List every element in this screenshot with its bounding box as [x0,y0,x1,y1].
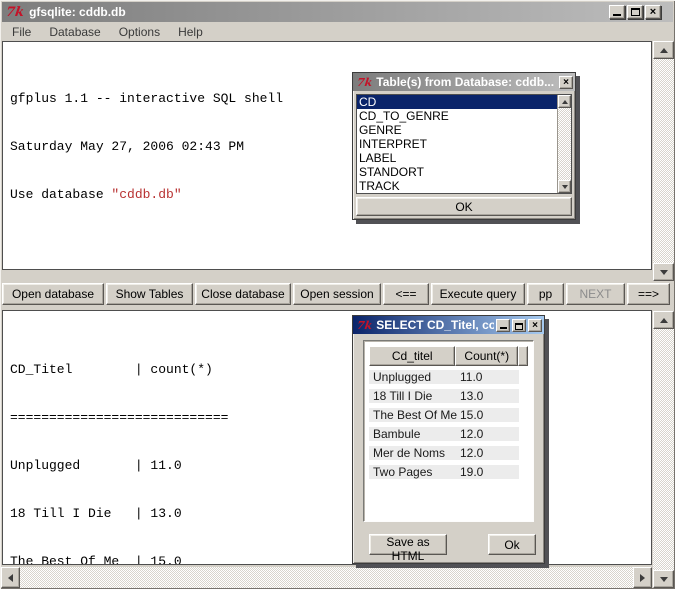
minimize-button[interactable] [496,319,510,332]
list-item-cd[interactable]: CD [357,95,557,109]
close-icon: × [650,6,656,18]
horizontal-scrollbar[interactable] [1,567,652,588]
forward-button[interactable]: ==> [627,283,670,305]
scrollbar-down-button[interactable] [653,570,674,588]
table-row: Mer de Noms12.0 [369,446,519,460]
table-row: 18 Till I Die13.0 [369,389,519,403]
result-ok-button[interactable]: Ok [488,534,536,555]
menu-item-file[interactable]: File [10,24,33,40]
tables-list-scrollbar[interactable] [557,95,571,193]
menu-bar: File Database Options Help [2,22,673,41]
scrollbar-track[interactable] [20,567,633,588]
triangle-down-icon [660,270,668,275]
menu-item-options[interactable]: Options [117,24,162,40]
result-table-body: Unplugged11.0 18 Till I Die13.0 The Best… [369,370,528,479]
save-as-html-button[interactable]: Save as HTML [369,534,447,555]
maximize-button[interactable] [512,319,526,332]
list-item-label[interactable]: LABEL [357,151,557,165]
result-row-line: 18 Till I Die | 13.0 [10,506,651,522]
tk-app-icon: 7k [356,76,373,89]
minimize-icon [500,327,507,329]
triangle-left-icon [8,574,13,582]
tk-app-icon: 7k [5,6,25,19]
table-row: Bambule12.0 [369,427,519,441]
shell-output-bottom[interactable]: CD_Titel | count(*) ====================… [2,310,652,565]
close-button[interactable]: × [559,76,573,89]
scrollbar-track[interactable] [653,329,674,570]
shell-bottom-scrollbar[interactable] [653,311,674,588]
window-controls: × [609,5,661,19]
tk-app-icon: 7k [356,319,373,332]
maximize-icon [631,8,640,16]
table-row: The Best Of Me15.0 [369,408,519,422]
scrollbar-track[interactable] [558,108,571,180]
execute-query-button[interactable]: Execute query [431,283,525,305]
scrollbar-track[interactable] [653,59,674,263]
scrollbar-up-button[interactable] [653,311,674,329]
close-database-button[interactable]: Close database [195,283,291,305]
triangle-up-icon [660,318,668,323]
window-titlebar: 7k gfsqlite: cddb.db × [2,2,673,22]
result-header-line: CD_Titel | count(*) [10,362,651,378]
scrollbar-right-button[interactable] [633,567,652,588]
tables-ok-button[interactable]: OK [356,197,572,216]
tables-listbox-wrap: CD CD_TO_GENRE GENRE INTERPRET LABEL STA… [356,94,572,194]
open-session-button[interactable]: Open session [293,283,381,305]
list-item-cd-to-genre[interactable]: CD_TO_GENRE [357,109,557,123]
maximize-icon [515,323,523,330]
triangle-down-icon [562,185,568,189]
list-item-track[interactable]: TRACK [357,179,557,193]
close-button[interactable]: × [528,319,542,332]
result-dialog-title: SELECT CD_Titel, co... [376,318,494,332]
triangle-up-icon [660,48,668,53]
result-dialog-titlebar: 7k SELECT CD_Titel, co... × [353,316,544,334]
shell-line [10,235,651,251]
minimize-icon [613,14,621,16]
close-icon: × [532,320,538,331]
result-row-line: The Best Of Me | 15.0 [10,554,651,565]
triangle-right-icon [640,574,645,582]
list-item-genre[interactable]: GENRE [357,123,557,137]
result-dialog-buttons: Save as HTML Ok [369,534,536,555]
result-table-panel: Cd_titel Count(*) Unplugged11.0 18 Till … [363,340,534,522]
table-row: Unplugged11.0 [369,370,519,384]
pp-button[interactable]: pp [527,283,564,305]
minimize-button[interactable] [609,5,625,19]
shell-top-scrollbar[interactable] [653,41,674,281]
next-button: NEXT [566,283,625,305]
column-header-stub [518,346,528,366]
triangle-up-icon [562,100,568,104]
window-title: gfsqlite: cddb.db [29,5,126,19]
scrollbar-down-button[interactable] [558,180,571,193]
db-name-string: "cddb.db" [111,187,181,202]
tables-dialog-titlebar: 7k Table(s) from Database: cddb... × [353,73,575,91]
scrollbar-down-button[interactable] [653,263,674,281]
toolbar: Open database Show Tables Close database… [0,283,675,307]
scrollbar-up-button[interactable] [558,95,571,108]
maximize-button[interactable] [627,5,643,19]
open-database-button[interactable]: Open database [2,283,104,305]
scrollbar-left-button[interactable] [1,567,20,588]
triangle-down-icon [660,577,668,582]
result-table-header: Cd_titel Count(*) [369,346,528,366]
column-header-cd-titel[interactable]: Cd_titel [369,346,455,366]
table-row: Two Pages19.0 [369,465,519,479]
result-row-line: Unplugged | 11.0 [10,458,651,474]
tables-dialog-title: Table(s) from Database: cddb... [376,75,557,89]
list-item-interpret[interactable]: INTERPRET [357,137,557,151]
close-button[interactable]: × [645,5,661,19]
scrollbar-up-button[interactable] [653,41,674,59]
tables-dialog: 7k Table(s) from Database: cddb... × CD … [352,72,576,220]
app-window: 7k gfsqlite: cddb.db × File Database Opt… [0,0,675,589]
column-header-count[interactable]: Count(*) [455,346,518,366]
tables-listbox: CD CD_TO_GENRE GENRE INTERPRET LABEL STA… [357,95,557,193]
list-item-standort[interactable]: STANDORT [357,165,557,179]
previous-button[interactable]: <== [383,283,429,305]
query-result-dialog: 7k SELECT CD_Titel, co... × Cd_titel Cou… [352,315,545,564]
result-separator-line: ============================ [10,410,651,426]
menu-item-database[interactable]: Database [47,24,102,40]
menu-item-help[interactable]: Help [176,24,205,40]
close-icon: × [563,77,569,88]
show-tables-button[interactable]: Show Tables [106,283,193,305]
